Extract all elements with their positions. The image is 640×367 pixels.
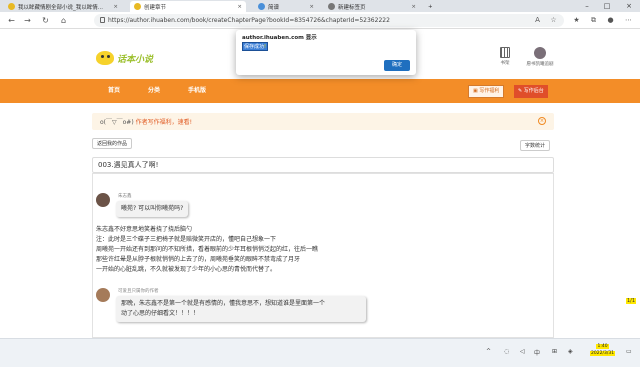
paragraph-line: 注：此时是三个碟子三把椅子就是赔微笑开店的，懂吧自己想象一下 [96,236,277,243]
close-tab-icon[interactable]: × [113,4,118,10]
profile-icon[interactable]: ● [606,16,615,25]
favorites-icon[interactable]: ★ [572,16,581,25]
tray-up-arrow-icon[interactable]: ^ [486,348,491,355]
write-welfare-button[interactable]: ▣ 写作福利 [468,85,505,98]
dialog-message-a: 保存成功 [244,44,265,50]
message-sender: 朱志鑫 [118,194,132,199]
page-viewport: 话本小说 书架 愿书凯曦追剧 首页 分类 手机版 ▣ 写作福利 ✎ 写作后台 o… [0,29,640,338]
minimize-icon[interactable]: – [580,0,594,12]
forward-icon[interactable]: → [22,15,33,26]
tray-app-icon[interactable]: ◈ [568,348,573,355]
ime-indicator[interactable]: 中 [534,348,540,357]
tab-label: 简谱 [268,4,280,11]
notice-link[interactable]: 作者写作福利，速看! [136,119,192,126]
user-link[interactable]: 愿书凯曦追剧 [522,47,558,67]
lock-icon[interactable] [100,17,105,23]
close-window-icon[interactable]: × [622,0,636,12]
write-backend-button[interactable]: ✎ 写作后台 [514,85,548,98]
back-icon[interactable]: ← [6,15,17,26]
page-indicator: 1/1 [626,298,637,304]
network-icon[interactable]: ◌ [504,348,509,355]
browser-tab-bar: 我以眸藏情剧全部小说_我以眸情... × 创建章节 × 简谱 × 新建标签页 ×… [0,0,640,12]
gift-icon: ▣ [473,88,478,94]
home-icon[interactable]: ⌂ [58,15,69,26]
message-line: 那晚，朱志鑫不是第一个就是有感情的，懂我意思不，想知道谁是里面第一个 [121,300,326,307]
dialog-ok-button[interactable]: 确定 [384,60,410,71]
notice-close-icon[interactable]: × [538,117,546,125]
refresh-icon[interactable]: ↻ [40,15,51,26]
bookshelf-link[interactable]: 书架 [500,47,510,66]
write-welfare-label: 写作福利 [479,88,500,94]
close-tab-icon[interactable]: × [411,4,416,10]
user-name: 愿书凯曦追剧 [526,62,554,67]
notice-prefix: o(￣▽￣o#) [100,119,136,126]
user-avatar [534,47,546,59]
new-tab-page-icon [328,3,335,10]
bookshelf-icon [500,47,510,58]
tab-label: 新建标签页 [338,4,366,11]
logo-mascot-icon [96,51,114,65]
new-tab-button[interactable]: + [424,1,438,12]
message-line: 动了心思的仔细看文！！！！ [121,310,200,317]
message-bubble: 那晚，朱志鑫不是第一个就是有感情的，懂我意思不，想知道谁是里面第一个 动了心思的… [116,296,366,322]
nav-category[interactable]: 分类 [148,79,160,103]
close-tab-icon[interactable]: × [237,4,242,10]
favorite-star-icon[interactable]: ☆ [549,16,558,25]
read-aloud-icon[interactable]: A [533,16,542,25]
dialog-title: author.ihuaben.com 显示 [242,35,317,41]
more-menu-icon[interactable]: ⋯ [624,16,633,25]
nav-mobile[interactable]: 手机版 [188,79,206,103]
alert-dialog: author.ihuaben.com 显示 保存成功! 确定 [236,30,416,75]
browser-tab[interactable]: 新建标签页 × [324,1,420,12]
message-bubble: 曦苑? 可以叫你曦苑吗? [116,201,189,217]
tab-label: 创建章节 [144,4,167,11]
paragraph-line: 周曦苑一开始还有到那问的不知所措，看着眼前的少年耳根悄悄泛起的红，往后一瞧 [96,246,319,253]
volume-icon[interactable]: ◁ [520,348,525,355]
write-backend-label: 写作后台 [523,88,544,94]
collections-icon[interactable]: ⧉ [589,16,598,25]
word-count-button[interactable]: 字数统计 [520,140,551,151]
notification-icon[interactable]: ▭ [626,348,632,355]
logo-text: 话本小说 [117,54,154,65]
pen-icon: ✎ [518,88,523,94]
clock-time: 1:40 [596,344,609,349]
back-to-works-button[interactable]: 返回我的作品 [92,138,133,149]
notice-text: o(￣▽￣o#) 作者写作福利，速看! [100,117,192,126]
maximize-icon[interactable]: □ [600,0,614,12]
paragraph-line: 那些许红晕是从脖子根就悄悄的上去了的，周曦苑垂笑的眼眸不禁弯成了月牙 [96,256,301,263]
address-bar-row: ← → ↻ ⌂ https://author.ihuaben.com/book/… [0,12,640,29]
site-favicon-icon [134,3,141,10]
browser-tab[interactable]: 我以眸藏情剧全部小说_我以眸情... × [4,1,122,12]
browser-tab[interactable]: 简谱 × [254,1,318,12]
url-input[interactable]: https://author.ihuaben.com/book/createCh… [94,14,564,27]
dialog-message: 保存成功! [242,42,269,51]
avatar [96,193,110,207]
close-tab-icon[interactable]: × [309,4,314,10]
site-logo[interactable]: 话本小说 [96,51,153,65]
taskbar: ^ ◌ ◁ 中 ⊞ ◈ 1:40 2022/3/31 ▭ [0,338,640,367]
input-mode-icon[interactable]: ⊞ [552,348,557,355]
bookshelf-label: 书架 [500,61,510,66]
dialog-message-b: ! [264,44,267,50]
avatar [96,288,110,302]
site-favicon-icon [8,3,15,10]
message-sender: 可爱且只属你的作者 [118,289,159,294]
main-nav: 首页 分类 手机版 ▣ 写作福利 ✎ 写作后台 [0,79,640,103]
nav-home[interactable]: 首页 [108,79,120,103]
chapter-title-input[interactable]: 003.遇见真人了啊! [92,157,554,173]
story-paragraph: 朱志鑫不好意思地笑着挠了挠后脑勺 注：此时是三个碟子三把椅子就是赔微笑开店的，懂… [96,225,318,275]
paragraph-line: 朱志鑫不好意思地笑着挠了挠后脑勺 [96,226,193,233]
browser-tab-active[interactable]: 创建章节 × [130,1,246,12]
tab-label: 我以眸藏情剧全部小说_我以眸情... [18,4,103,11]
clock-date: 2022/3/31 [590,351,616,356]
paragraph-line: 一开始的心脏乱跳，不久就被发现了少年的小心思的青悦而代替了。 [96,266,277,273]
notice-bar: o(￣▽￣o#) 作者写作福利，速看! × [92,113,554,130]
clock[interactable]: 1:40 2022/3/31 [590,343,616,357]
site-favicon-icon [258,3,265,10]
